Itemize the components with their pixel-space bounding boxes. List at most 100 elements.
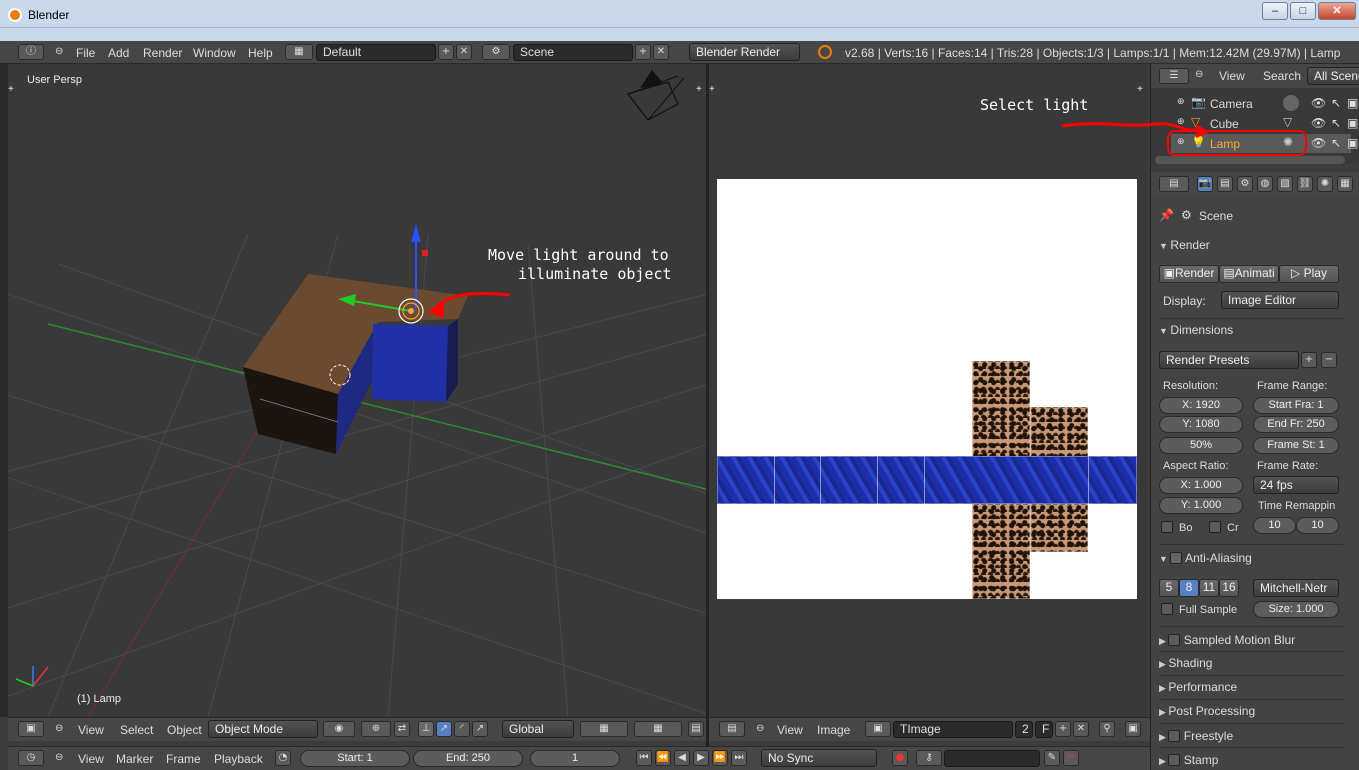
frame-step-field[interactable]: Frame St: 1	[1253, 437, 1339, 454]
new-image-icon[interactable]: +	[1055, 721, 1071, 737]
editor-type-image-icon[interactable]: ▤	[719, 721, 745, 737]
render-camera-icon[interactable]: ▣	[1347, 136, 1358, 150]
toolshelf-toggle-icon[interactable]: +	[8, 84, 14, 95]
y-gizmo-handle[interactable]	[422, 250, 428, 256]
aa-sample-8[interactable]: 8	[1179, 579, 1199, 597]
delete-keyframe-icon[interactable]: ✂	[1063, 750, 1079, 766]
start-frame-field[interactable]: Start Fra: 1	[1253, 397, 1339, 414]
time-remap-old-field[interactable]: 10	[1253, 517, 1296, 534]
image-users-count[interactable]: 2	[1015, 721, 1033, 738]
collapse-icon[interactable]: ⊖	[756, 723, 764, 734]
menu-view[interactable]: View	[777, 723, 803, 737]
image-name-field[interactable]: TImage	[893, 721, 1013, 738]
motion-blur-panel-header[interactable]: ▶ Sampled Motion Blur	[1159, 632, 1343, 647]
manipulator-space-icon[interactable]: ↗	[472, 721, 488, 737]
animation-button[interactable]: ▤Animati	[1219, 265, 1279, 283]
scene-icon[interactable]: ⚙	[482, 44, 510, 60]
editor-type-outliner-icon[interactable]: ☰	[1159, 68, 1189, 84]
aspect-y-field[interactable]: Y: 1.000	[1159, 497, 1243, 514]
properties-toggle-icon[interactable]: +	[696, 84, 702, 95]
jump-keyframe-forward-icon[interactable]: ⏩	[712, 750, 728, 766]
jump-keyframe-back-icon[interactable]: ⏪	[655, 750, 671, 766]
menu-marker[interactable]: Marker	[116, 752, 153, 766]
editor-type-info-icon[interactable]: ⓘ	[18, 44, 44, 60]
keying-icon[interactable]: ⚷	[916, 750, 942, 766]
image-browse-icon[interactable]: ▣	[865, 721, 891, 737]
visibility-eye-icon[interactable]: 👁	[1311, 116, 1326, 130]
menu-frame[interactable]: Frame	[166, 752, 201, 766]
constraints-tab-icon[interactable]: ⛓	[1297, 176, 1313, 192]
object-mode-dropdown[interactable]: Object Mode	[208, 720, 318, 738]
menu-file[interactable]: File	[76, 46, 95, 60]
outliner-filter-dropdown[interactable]: All Scene	[1307, 67, 1359, 85]
close-button[interactable]: ✕	[1318, 2, 1356, 20]
aa-sample-5[interactable]: 5	[1159, 579, 1179, 597]
pin-icon[interactable]: ⚲	[1099, 721, 1115, 737]
add-layout-icon[interactable]: +	[438, 44, 454, 60]
frame-rate-dropdown[interactable]: 24 fps	[1253, 476, 1339, 494]
end-frame-field[interactable]: End: 250	[413, 750, 523, 767]
sync-mode-dropdown[interactable]: No Sync	[761, 749, 877, 767]
camera-data-icon[interactable]	[1283, 95, 1299, 111]
menu-search[interactable]: Search	[1263, 69, 1301, 83]
collapse-icon[interactable]: ⊖	[55, 46, 63, 57]
aa-sample-11[interactable]: 11	[1199, 579, 1219, 597]
editor-type-3d-icon[interactable]: ▣	[18, 721, 44, 737]
dimensions-panel-header[interactable]: ▼ Dimensions	[1159, 323, 1343, 337]
render-presets-dropdown[interactable]: Render Presets	[1159, 351, 1299, 369]
render-engine-dropdown[interactable]: Blender Render	[689, 43, 800, 61]
freestyle-checkbox[interactable]	[1168, 730, 1181, 742]
menu-window[interactable]: Window	[193, 46, 236, 60]
full-sample-checkbox[interactable]	[1161, 603, 1173, 615]
freestyle-panel-header[interactable]: ▶ Freestyle	[1159, 728, 1343, 743]
collapse-icon[interactable]: ⊖	[55, 723, 63, 734]
editor-type-timeline-icon[interactable]: ◷	[18, 750, 44, 766]
layers-grid-2-icon[interactable]: ▦	[634, 721, 682, 737]
scene-field[interactable]: Scene	[513, 44, 633, 61]
minimize-button[interactable]: –	[1262, 2, 1288, 20]
aa-filter-dropdown[interactable]: Mitchell-Netr	[1253, 579, 1339, 597]
performance-panel-header[interactable]: ▶ Performance	[1159, 680, 1343, 694]
properties-toggle-icon[interactable]: +	[1137, 84, 1143, 95]
manipulator-toggle-icon[interactable]: ⇄	[394, 721, 410, 737]
play-button[interactable]: ▷ Play	[1279, 265, 1339, 283]
time-remap-new-field[interactable]: 10	[1296, 517, 1339, 534]
play-reverse-icon[interactable]: ◀	[674, 750, 690, 766]
menu-view[interactable]: View	[1219, 69, 1245, 83]
z-gizmo-arrow[interactable]	[411, 224, 421, 242]
start-frame-field[interactable]: Start: 1	[300, 750, 410, 767]
orientation-dropdown[interactable]: Global	[502, 720, 574, 738]
remove-layout-icon[interactable]: ✕	[456, 44, 472, 60]
stamp-panel-header[interactable]: ▶ Stamp	[1159, 752, 1343, 767]
render-camera-icon[interactable]: ▣	[1347, 96, 1358, 110]
pivot-point-icon[interactable]: ⊕	[361, 721, 391, 737]
menu-playback[interactable]: Playback	[214, 752, 263, 766]
anti-aliasing-panel-header[interactable]: ▼ Anti-Aliasing	[1159, 550, 1343, 565]
add-scene-icon[interactable]: +	[635, 44, 651, 60]
select-arrow-icon[interactable]: ↖	[1331, 136, 1341, 150]
maximize-button[interactable]: □	[1290, 2, 1316, 20]
jump-end-icon[interactable]: ⏭	[731, 750, 747, 766]
menu-help[interactable]: Help	[248, 46, 273, 60]
unlink-image-icon[interactable]: ✕	[1073, 721, 1089, 737]
texture-tab-icon[interactable]: ▦	[1337, 176, 1353, 192]
post-processing-panel-header[interactable]: ▶ Post Processing	[1159, 704, 1343, 718]
render-slot-icon[interactable]: ▣	[1125, 721, 1141, 737]
render-button[interactable]: ▣Render	[1159, 265, 1219, 283]
menu-view[interactable]: View	[78, 723, 104, 737]
layout-field[interactable]: Default	[316, 44, 436, 61]
aspect-x-field[interactable]: X: 1.000	[1159, 477, 1243, 494]
mesh-data-icon[interactable]: ▽	[1283, 115, 1292, 129]
screen-layout-icon[interactable]: ▦	[285, 44, 313, 60]
viewport-shading-icon[interactable]: ◉	[323, 721, 355, 737]
aa-size-field[interactable]: Size: 1.000	[1253, 601, 1339, 618]
remove-preset-icon[interactable]: −	[1321, 352, 1337, 368]
keying-set-field[interactable]	[944, 750, 1040, 767]
camera-object[interactable]	[626, 70, 685, 121]
aa-sample-16[interactable]: 16	[1219, 579, 1239, 597]
stamp-checkbox[interactable]	[1168, 754, 1181, 766]
expand-icon[interactable]: ⊕	[1177, 96, 1185, 107]
3d-viewport[interactable]: User Persp (1) Lamp Move light around to…	[8, 64, 706, 717]
visibility-eye-icon[interactable]: 👁	[1311, 136, 1326, 150]
lock-layer-icon[interactable]: ▤	[688, 721, 704, 737]
